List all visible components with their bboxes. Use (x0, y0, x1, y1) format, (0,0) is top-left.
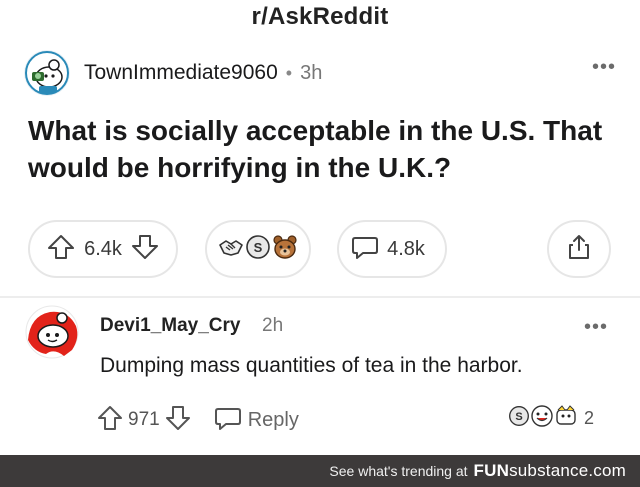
comments-pill[interactable]: 4.8k (337, 220, 447, 278)
awards-pill[interactable]: S (205, 220, 311, 278)
comment: Devi1_May_Cry 2h ••• Dumping mass quanti… (0, 298, 640, 455)
upvote-icon[interactable] (46, 232, 76, 267)
post-more-icon[interactable]: ••• (592, 57, 616, 77)
share-pill[interactable] (547, 220, 611, 278)
comment-avatar[interactable] (24, 304, 80, 360)
comment-award-count: 2 (584, 407, 595, 428)
comment-upvote-icon[interactable] (96, 404, 124, 437)
wholesome-award-icon (530, 404, 554, 433)
footer-brand-bold: FUN (473, 461, 510, 480)
post-meta: TownImmediate9060 • 3h ••• (24, 50, 624, 96)
footer-text: See what's trending at (329, 463, 468, 479)
comment-bubble-icon (351, 233, 379, 266)
footer-brand: FUNsubstance.com (474, 461, 626, 481)
avatar[interactable] (24, 50, 70, 96)
comment-age: 2h (262, 315, 284, 336)
svg-text:S: S (515, 411, 522, 423)
post-title[interactable]: What is socially acceptable in the U.S. … (28, 112, 618, 186)
downvote-icon[interactable] (130, 232, 160, 267)
footer-banner[interactable]: See what's trending at FUNsubstance.com (0, 455, 640, 487)
separator-dot: • (285, 62, 293, 83)
post-age: 3h (300, 61, 323, 84)
header: r/AskReddit (0, 0, 640, 40)
reply-label: Reply (247, 408, 299, 431)
comment-awards[interactable]: S 2 (508, 403, 594, 433)
comment-score: 971 (128, 409, 160, 430)
share-icon (565, 233, 593, 266)
comment-username[interactable]: Devi1_May_Cry (100, 315, 240, 337)
comment-actions: 971 Reply (96, 402, 299, 438)
post-comment-count: 4.8k (387, 237, 425, 260)
bear-award-icon (271, 233, 299, 266)
handshake-award-icon (217, 233, 245, 266)
footer-brand-thin: substance.com (509, 461, 626, 480)
comment-more-icon[interactable]: ••• (584, 317, 608, 337)
post-score: 6.4k (84, 237, 122, 260)
vote-pill: 6.4k (28, 220, 178, 278)
silver-award-icon: S (508, 405, 530, 432)
subreddit-title[interactable]: r/AskReddit (0, 0, 640, 34)
comment-downvote-icon[interactable] (164, 404, 192, 437)
reply-bubble-icon (214, 404, 242, 437)
helpful-award-icon (554, 404, 578, 433)
svg-text:S: S (254, 240, 263, 255)
post-username[interactable]: TownImmediate9060 (84, 61, 278, 85)
comment-body: Dumping mass quantities of tea in the ha… (100, 354, 523, 377)
reply-button[interactable]: Reply (214, 404, 299, 437)
silver-award-icon: S (245, 234, 271, 265)
